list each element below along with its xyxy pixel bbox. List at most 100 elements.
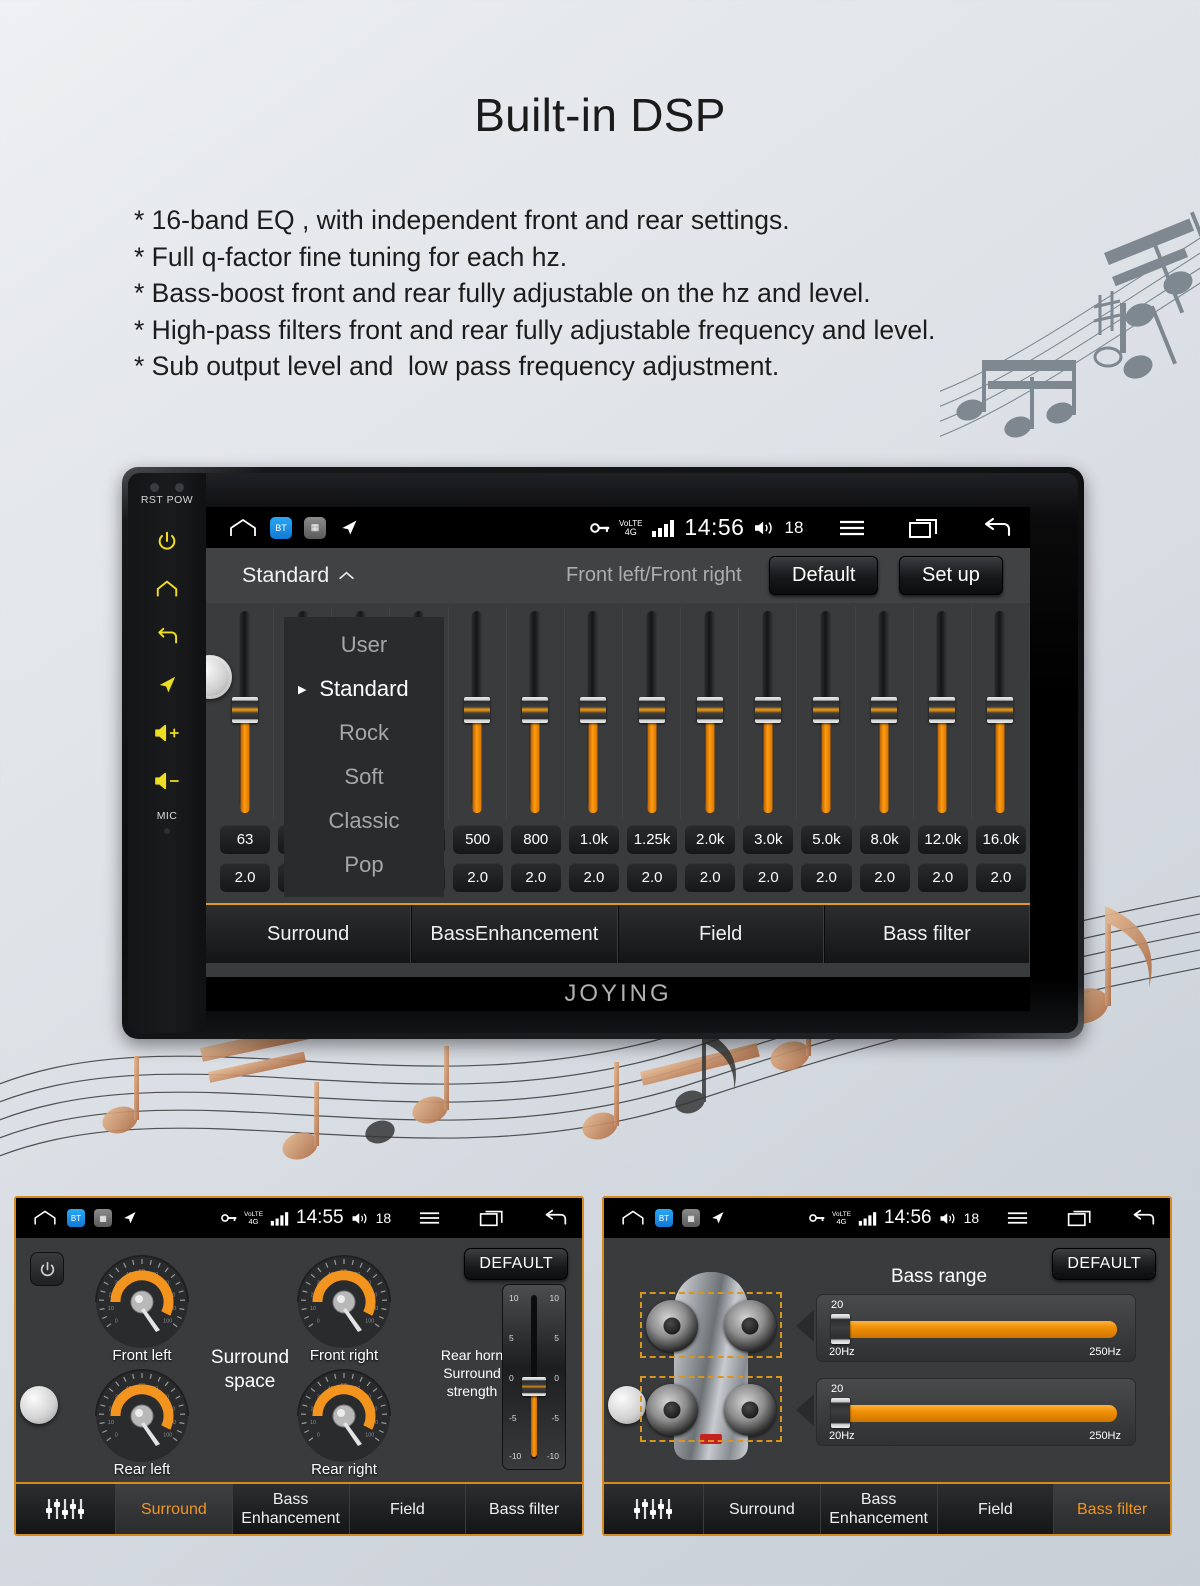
- volume-down-key[interactable]: [153, 768, 181, 794]
- volume-up-key[interactable]: [153, 720, 181, 746]
- home-icon[interactable]: [620, 1209, 646, 1227]
- eq-band-slider[interactable]: [681, 607, 740, 819]
- surround-tab-bass-filter[interactable]: Bass filter: [466, 1484, 582, 1534]
- range-knob[interactable]: [831, 1314, 850, 1344]
- bass-range-slider-front[interactable]: 20 20Hz 250Hz: [816, 1294, 1136, 1362]
- preset-item-rock[interactable]: Rock: [284, 711, 444, 755]
- slider-knob[interactable]: [231, 697, 258, 723]
- knob-front-right[interactable]: 0 10 20 30 40 50 60 70 80 90 100 Front right: [290, 1252, 398, 1364]
- knob-rear-left[interactable]: 0 10 20 30 40 50 60 70 80 90 100 Rear left: [88, 1366, 196, 1478]
- volume-icon[interactable]: [351, 1211, 369, 1226]
- bassfilter-tab-field[interactable]: Field: [938, 1484, 1055, 1534]
- rear-speaker-zone[interactable]: [640, 1376, 782, 1442]
- eq-band-slider[interactable]: [565, 607, 623, 819]
- back-arrow-icon[interactable]: [543, 1209, 568, 1227]
- bass-range-slider-rear[interactable]: 20 20Hz 250Hz: [816, 1378, 1136, 1446]
- eq-frequency-cell[interactable]: 1.25k: [626, 825, 678, 854]
- front-speaker-zone[interactable]: [640, 1292, 782, 1358]
- slider-knob[interactable]: [871, 697, 898, 723]
- eq-band-slider[interactable]: [216, 607, 275, 819]
- home-key[interactable]: [155, 576, 179, 602]
- volume-icon[interactable]: [753, 519, 775, 537]
- eq-tab-surround[interactable]: Surround: [206, 905, 412, 963]
- bluetooth-app-icon[interactable]: BT: [270, 516, 292, 539]
- preset-item-user[interactable]: User: [284, 623, 444, 667]
- home-icon[interactable]: [228, 517, 258, 539]
- range-knob[interactable]: [831, 1398, 850, 1428]
- camera-app-icon[interactable]: ▦: [682, 1209, 700, 1227]
- bluetooth-app-icon[interactable]: BT: [67, 1209, 85, 1227]
- surround-equalizer-tab[interactable]: [16, 1484, 116, 1534]
- slider-knob[interactable]: [812, 697, 839, 723]
- volume-icon[interactable]: [939, 1211, 957, 1226]
- rear-horn-strength-slider[interactable]: 10 10 55 00 -5 -5 -10 -10: [502, 1284, 566, 1470]
- eq-band-slider[interactable]: [739, 607, 798, 819]
- eq-band-slider[interactable]: [623, 607, 682, 819]
- eq-qfactor-cell[interactable]: 2.0: [568, 863, 619, 892]
- preset-item-soft[interactable]: Soft: [284, 755, 444, 799]
- eq-band-slider[interactable]: [856, 607, 914, 819]
- back-arrow-icon[interactable]: [1131, 1209, 1156, 1227]
- recent-apps-icon[interactable]: [1067, 1209, 1093, 1227]
- eq-qfactor-cell[interactable]: 2.0: [510, 863, 561, 892]
- surround-tab-bass-enhancement[interactable]: Bass Enhancement: [233, 1484, 350, 1534]
- slider-knob[interactable]: [987, 697, 1014, 723]
- home-icon[interactable]: [32, 1209, 58, 1227]
- slider-knob[interactable]: [464, 697, 491, 723]
- eq-band-slider[interactable]: [972, 607, 1030, 819]
- eq-band-slider[interactable]: [914, 607, 972, 819]
- recent-apps-icon[interactable]: [479, 1209, 505, 1227]
- bassfilter-equalizer-tab[interactable]: [604, 1484, 704, 1534]
- eq-qfactor-cell[interactable]: 2.0: [859, 863, 910, 892]
- eq-qfactor-cell[interactable]: 2.0: [917, 863, 968, 892]
- power-key[interactable]: [156, 528, 178, 554]
- slider-knob[interactable]: [580, 697, 607, 723]
- camera-app-icon[interactable]: ▦: [94, 1209, 112, 1227]
- eq-qfactor-cell[interactable]: 2.0: [801, 863, 852, 892]
- eq-frequency-cell[interactable]: 8.0k: [859, 825, 910, 854]
- slider-knob[interactable]: [638, 697, 665, 723]
- eq-band-slider[interactable]: [797, 607, 856, 819]
- eq-qfactor-cell[interactable]: 2.0: [626, 863, 678, 892]
- knob-front-left[interactable]: 0 10 20 30 40 50 60 70 80 90 100 Front left: [88, 1252, 196, 1364]
- eq-qfactor-cell[interactable]: 2.0: [743, 863, 794, 892]
- eq-band-slider[interactable]: [507, 607, 565, 819]
- preset-item-standard[interactable]: Standard: [284, 667, 444, 711]
- eq-qfactor-cell[interactable]: 2.0: [975, 863, 1026, 892]
- eq-band-slider[interactable]: [449, 607, 507, 819]
- vslider-knob[interactable]: [522, 1377, 546, 1396]
- surround-tab-field[interactable]: Field: [350, 1484, 467, 1534]
- eq-tab-field[interactable]: Field: [617, 905, 824, 963]
- back-arrow-icon[interactable]: [982, 517, 1012, 539]
- slider-knob[interactable]: [696, 697, 723, 723]
- bassfilter-tab-bass-filter[interactable]: Bass filter: [1054, 1484, 1170, 1534]
- preset-dropdown-menu[interactable]: User Standard Rock Soft Classic Pop: [284, 617, 444, 897]
- recent-apps-icon[interactable]: [908, 517, 940, 539]
- camera-app-icon[interactable]: ▦: [304, 516, 326, 539]
- default-button[interactable]: DEFAULT: [464, 1248, 568, 1280]
- slider-knob[interactable]: [522, 697, 549, 723]
- hamburger-menu-icon[interactable]: [418, 1210, 441, 1226]
- preset-item-classic[interactable]: Classic: [284, 799, 444, 843]
- power-toggle-button[interactable]: [30, 1252, 64, 1286]
- eq-frequency-cell[interactable]: 16.0k: [975, 825, 1026, 854]
- hamburger-menu-icon[interactable]: [838, 518, 866, 538]
- eq-frequency-cell[interactable]: 800: [510, 825, 561, 854]
- eq-frequency-cell[interactable]: 3.0k: [743, 825, 794, 854]
- navigation-arrow-icon[interactable]: [709, 1210, 726, 1226]
- surround-tab-surround[interactable]: Surround: [116, 1484, 233, 1534]
- eq-frequency-cell[interactable]: 2.0k: [685, 825, 736, 854]
- navigation-key[interactable]: [156, 672, 178, 698]
- bassfilter-tab-bass-enhancement[interactable]: Bass Enhancement: [821, 1484, 938, 1534]
- eq-frequency-cell[interactable]: 12.0k: [917, 825, 968, 854]
- navigation-arrow-icon[interactable]: [121, 1210, 138, 1226]
- hamburger-menu-icon[interactable]: [1006, 1210, 1029, 1226]
- eq-frequency-cell[interactable]: 500: [452, 825, 503, 854]
- bluetooth-app-icon[interactable]: BT: [655, 1209, 673, 1227]
- preset-selector[interactable]: Standard: [242, 563, 355, 588]
- eq-frequency-cell[interactable]: 5.0k: [801, 825, 852, 854]
- eq-qfactor-cell[interactable]: 2.0: [220, 863, 271, 892]
- setup-button[interactable]: Set up: [899, 556, 1003, 595]
- knob-rear-right[interactable]: 0 10 20 30 40 50 60 70 80 90 100 Rear right: [290, 1366, 398, 1478]
- eq-qfactor-cell[interactable]: 2.0: [685, 863, 736, 892]
